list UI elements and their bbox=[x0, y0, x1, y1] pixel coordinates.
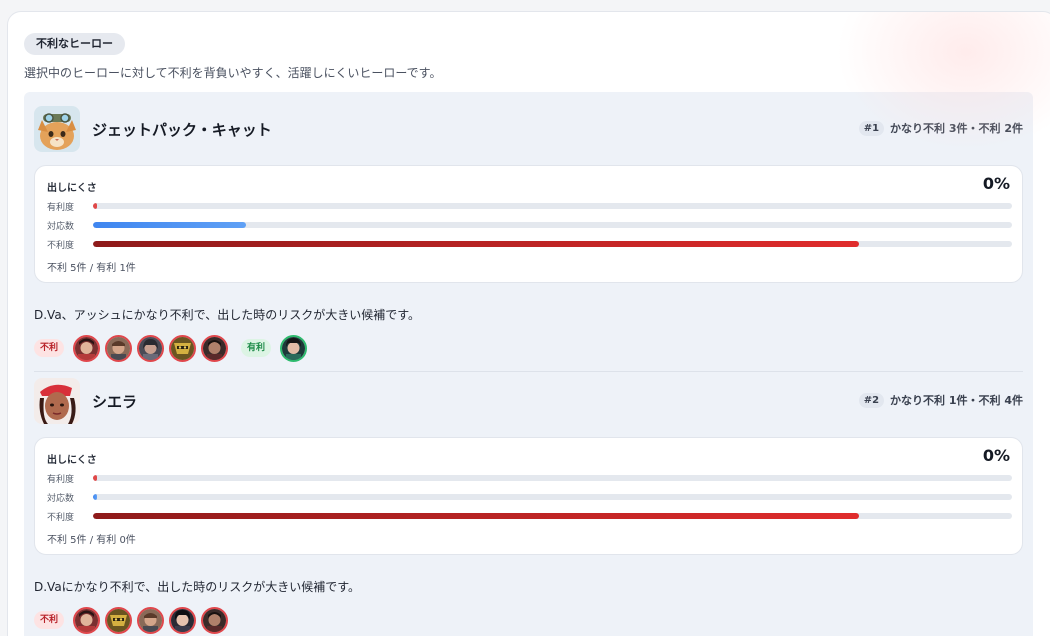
advantage-bar-row: 有利度 bbox=[47, 471, 1012, 485]
hero-name: シエラ bbox=[92, 393, 138, 411]
hero-card[interactable]: シエラ #2 かなり不利 1件・不利 4件 出しにくさ 0% 有利度 対応数 不… bbox=[24, 364, 1033, 636]
metric-title: 出しにくさ bbox=[47, 455, 97, 466]
hero-portrait-5-icon[interactable] bbox=[201, 334, 229, 362]
response-bar-row: 対応数 bbox=[47, 218, 1012, 232]
rank-summary-text: かなり不利 3件・不利 2件 bbox=[890, 122, 1023, 135]
sierra-portrait-icon bbox=[34, 378, 80, 424]
advantage-bar-fill bbox=[93, 475, 97, 481]
difficulty-metric-box: 出しにくさ 0% 有利度 対応数 不利度 bbox=[34, 437, 1023, 555]
metric-footer: 不利 5件 / 有利 0件 bbox=[47, 535, 136, 546]
rank-summary: #1 かなり不利 3件・不利 2件 bbox=[858, 120, 1023, 136]
section-description: 選択中のヒーローに対して不利を背負いやすく、活躍しにくいヒーローです。 bbox=[24, 66, 442, 80]
hero-portrait-4-icon[interactable] bbox=[169, 334, 197, 362]
hero-card[interactable]: ジェットパック・キャット #1 かなり不利 3件・不利 2件 出しにくさ 0% … bbox=[24, 92, 1033, 372]
card-description: D.Va、アッシュにかなり不利で、出した時のリスクが大きい候補です。 bbox=[34, 308, 421, 322]
matchup-chips: 不利 bbox=[34, 606, 229, 634]
advantage-tag: 有利 bbox=[241, 339, 272, 357]
hero-portrait-5-icon[interactable] bbox=[201, 606, 229, 634]
rank-summary-text: かなり不利 1件・不利 4件 bbox=[890, 394, 1023, 407]
rank-badge: #2 bbox=[858, 392, 885, 408]
bar-track bbox=[93, 222, 1012, 228]
hero-portrait-1-icon[interactable] bbox=[73, 334, 101, 362]
jetpack-cat-portrait-icon bbox=[34, 106, 80, 152]
hero-portrait-1-icon[interactable] bbox=[73, 606, 101, 634]
hero-name: ジェットパック・キャット bbox=[92, 121, 272, 139]
hero-card-header: シエラ #2 かなり不利 1件・不利 4件 bbox=[34, 378, 1023, 424]
hero-card-header: ジェットパック・キャット #1 かなり不利 3件・不利 2件 bbox=[34, 106, 1023, 152]
response-bar-fill bbox=[93, 494, 97, 500]
matchup-chips: 不利 有利 bbox=[34, 334, 308, 362]
bar-label: 対応数 bbox=[47, 494, 75, 504]
metric-value: 0% bbox=[982, 446, 1010, 465]
section-badge: 不利なヒーロー bbox=[24, 33, 125, 55]
disadvantage-bar-row: 不利度 bbox=[47, 509, 1012, 523]
disadvantage-bar-row: 不利度 bbox=[47, 237, 1012, 251]
bar-label: 有利度 bbox=[47, 475, 75, 485]
hero-portrait-6-icon[interactable] bbox=[280, 334, 308, 362]
disadvantage-bar-fill bbox=[93, 513, 860, 519]
rank-summary: #2 かなり不利 1件・不利 4件 bbox=[858, 392, 1023, 408]
hero-portrait-2-icon[interactable] bbox=[105, 334, 133, 362]
disadvantage-tag: 不利 bbox=[34, 611, 65, 629]
bar-label: 不利度 bbox=[47, 241, 75, 251]
disadvantage-tag: 不利 bbox=[34, 339, 65, 357]
card-description: D.Vaにかなり不利で、出した時のリスクが大きい候補です。 bbox=[34, 580, 361, 594]
advantage-bar-row: 有利度 bbox=[47, 199, 1012, 213]
bar-track bbox=[93, 513, 1012, 519]
metric-footer: 不利 5件 / 有利 1件 bbox=[47, 263, 136, 274]
bar-track bbox=[93, 494, 1012, 500]
disadvantage-bar-fill bbox=[93, 241, 860, 247]
hero-portrait-2-icon[interactable] bbox=[137, 606, 165, 634]
hero-list: ジェットパック・キャット #1 かなり不利 3件・不利 2件 出しにくさ 0% … bbox=[24, 92, 1033, 636]
rank-badge: #1 bbox=[858, 120, 885, 136]
difficulty-metric-box: 出しにくさ 0% 有利度 対応数 不利度 bbox=[34, 165, 1023, 283]
hero-portrait-7-icon[interactable] bbox=[169, 606, 197, 634]
response-bar-row: 対応数 bbox=[47, 490, 1012, 504]
metric-value: 0% bbox=[982, 174, 1010, 193]
disadvantaged-heroes-panel: 不利なヒーロー 選択中のヒーローに対して不利を背負いやすく、活躍しにくいヒーロー… bbox=[7, 11, 1050, 636]
bar-track bbox=[93, 241, 1012, 247]
bar-label: 対応数 bbox=[47, 222, 75, 232]
bar-label: 有利度 bbox=[47, 203, 75, 213]
hero-portrait-4-icon[interactable] bbox=[105, 606, 133, 634]
metric-title: 出しにくさ bbox=[47, 183, 97, 194]
bar-track bbox=[93, 475, 1012, 481]
bar-track bbox=[93, 203, 1012, 209]
advantage-bar-fill bbox=[93, 203, 97, 209]
response-bar-fill bbox=[93, 222, 246, 228]
bar-label: 不利度 bbox=[47, 513, 75, 523]
hero-portrait-3-icon[interactable] bbox=[137, 334, 165, 362]
